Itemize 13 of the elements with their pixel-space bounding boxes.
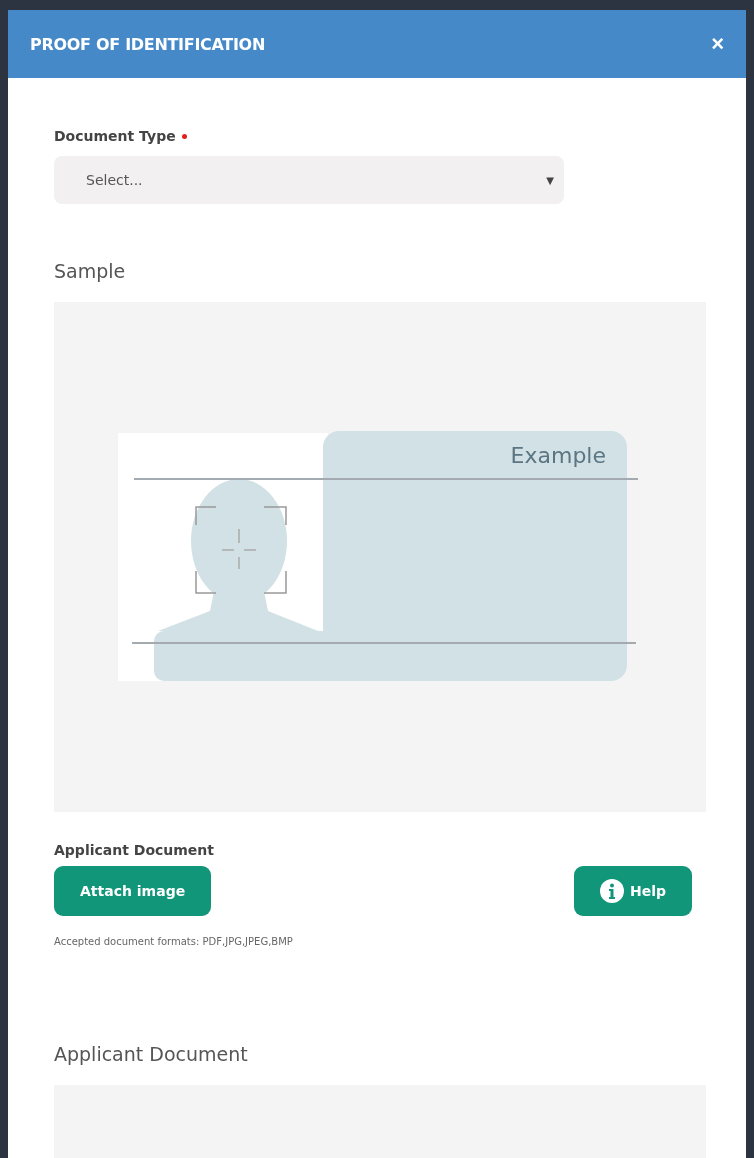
select-placeholder: Select... <box>86 172 143 188</box>
help-button[interactable]: Help <box>573 866 692 916</box>
dialog-title: PROOF OF IDENTIFICATION <box>30 34 265 54</box>
attach-image-button[interactable]: Attach image <box>54 866 212 916</box>
section-heading: Applicant Document <box>54 1043 249 1065</box>
field-label: Applicant Document <box>54 842 215 858</box>
formats-note: Accepted document formats: PDF,JPG,JPEG,BMP <box>54 936 294 947</box>
document-type-select[interactable]: Select... ▼ <box>54 156 564 204</box>
section-heading: Sample <box>54 260 127 282</box>
field-label: Document Type <box>54 128 176 144</box>
close-button[interactable]: × <box>711 31 724 57</box>
caret-icon: ▼ <box>546 174 554 186</box>
info-icon <box>599 879 624 903</box>
